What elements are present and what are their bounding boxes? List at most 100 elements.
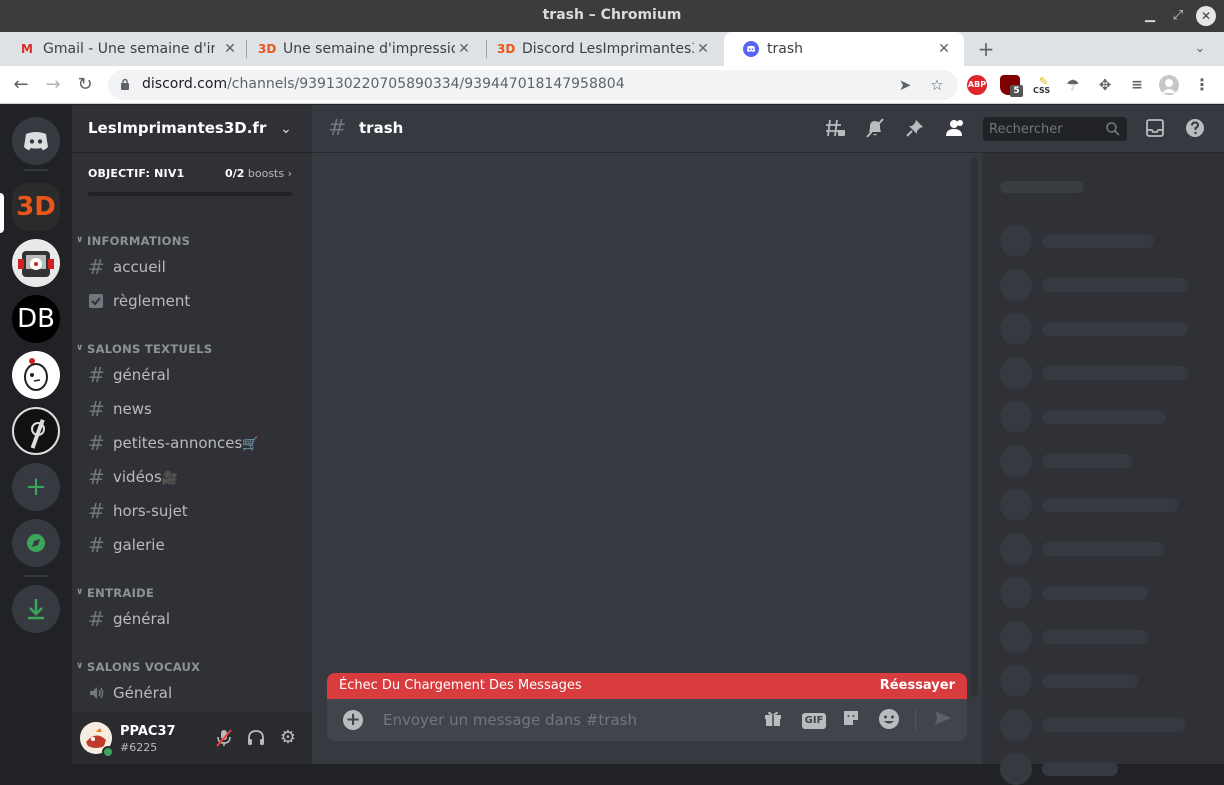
category-label: SALONS VOCAUX (87, 660, 201, 674)
skeleton-line (1042, 234, 1154, 248)
channel-name: règlement (113, 292, 191, 310)
tab-label: Gmail - Une semaine d'imp (43, 41, 215, 57)
adblock-plus-icon[interactable]: ABP (967, 75, 987, 95)
chevron-down-icon[interactable]: ⌄ (276, 119, 296, 139)
chevron-down-icon: ∨ (76, 235, 84, 245)
hash-icon: # (88, 499, 105, 523)
username: PPAC37 (120, 724, 176, 739)
channel-galerie[interactable]: # galerie (80, 529, 304, 561)
inbox-icon[interactable] (1143, 117, 1167, 141)
channel-general[interactable]: # général (80, 359, 304, 391)
profile-avatar-icon[interactable] (1159, 75, 1179, 95)
members-list-icon[interactable] (943, 117, 967, 141)
microphone-muted-icon[interactable] (212, 726, 236, 750)
category-informations[interactable]: ∨ INFORMATIONS (72, 232, 312, 252)
pin-icon[interactable] (903, 117, 927, 141)
gear-icon[interactable]: ⚙ (276, 726, 300, 750)
headphones-icon[interactable] (244, 726, 268, 750)
explore-servers-icon[interactable] (12, 519, 60, 567)
bookmark-star-icon[interactable]: ☆ (926, 74, 948, 96)
stylus-css-icon[interactable]: CSS ✎ (1031, 75, 1051, 95)
threads-icon[interactable] (823, 117, 847, 141)
tab-close-icon[interactable]: ✕ (693, 32, 713, 66)
close-window-icon[interactable]: ✕ (1196, 6, 1216, 26)
tab-close-icon[interactable]: ✕ (454, 32, 474, 66)
skeleton-line (1042, 410, 1166, 424)
channel-header: # trash (312, 105, 1224, 153)
reload-icon[interactable]: ↻ (72, 72, 98, 98)
tab-close-icon[interactable]: ✕ (934, 32, 954, 66)
channel-hors-sujet[interactable]: # hors-sujet (80, 495, 304, 527)
retry-button[interactable]: Réessayer (880, 678, 955, 693)
attach-plus-icon[interactable]: + (343, 710, 363, 730)
skeleton-line (1042, 630, 1148, 644)
skeleton-avatar (1000, 753, 1032, 785)
skeleton-avatar (1000, 269, 1032, 301)
tab-search-chevron-icon[interactable]: ⌄ (1190, 32, 1210, 66)
tab-discord-lesimprimantes[interactable]: 3D Discord LesImprimantes3 ✕ (479, 32, 725, 66)
browser-menu-icon[interactable]: ⋮ (1192, 75, 1212, 95)
channel-name-text: petites-annonces (113, 434, 243, 452)
message-input[interactable] (383, 707, 743, 733)
help-icon[interactable] (1183, 117, 1207, 141)
tab-impression[interactable]: 3D Une semaine d'impressior ✕ (240, 32, 486, 66)
channel-videos[interactable]: # vidéos🎥 (80, 461, 304, 493)
server-label: 3D (16, 192, 56, 222)
channel-entraide-general[interactable]: # général (80, 603, 304, 635)
server-dark[interactable] (12, 407, 60, 455)
category-label: SALONS TEXTUELS (87, 342, 213, 356)
url-text[interactable]: discord.com/channels/939130220705890334/… (142, 76, 625, 92)
server-header[interactable]: LesImprimantes3D.fr ⌄ (72, 105, 312, 153)
send-icon[interactable] (931, 708, 955, 732)
ublock-origin-icon[interactable]: 5 (1000, 75, 1023, 97)
new-tab-icon[interactable]: + (976, 32, 996, 66)
title-bar: trash – Chromium ▁ ⤢ ✕ (0, 0, 1224, 32)
emoji-icon[interactable] (877, 708, 901, 732)
channel-petites-annonces[interactable]: # petites-annonces🛒 (80, 427, 304, 459)
skeleton-line (1042, 498, 1178, 512)
extensions-puzzle-icon[interactable]: ✥ (1095, 75, 1115, 95)
sticker-icon[interactable] (839, 708, 863, 732)
search-box[interactable] (983, 117, 1127, 141)
lock-icon (121, 78, 129, 90)
server-lesimprimantes3d[interactable]: 3D (12, 183, 60, 231)
notifications-muted-icon[interactable] (863, 117, 887, 141)
maximize-icon[interactable]: ⤢ (1168, 6, 1188, 26)
server-robot[interactable] (12, 239, 60, 287)
channel-news[interactable]: # news (80, 393, 304, 425)
tab-trash[interactable]: trash ✕ (724, 32, 964, 66)
skeleton-line (1042, 542, 1164, 556)
minimize-icon[interactable]: ▁ (1140, 6, 1160, 26)
send-tab-icon[interactable]: ➤ (894, 74, 916, 96)
tab-gmail[interactable]: M Gmail - Une semaine d'imp ✕ (0, 32, 246, 66)
hash-icon: # (88, 533, 105, 557)
channel-accueil[interactable]: # accueil (80, 251, 304, 283)
category-salons-textuels[interactable]: ∨ SALONS TEXTUELS (72, 340, 312, 360)
tab-close-icon[interactable]: ✕ (220, 32, 240, 66)
server-egg[interactable] (12, 351, 60, 399)
media-queue-icon[interactable]: ≡ (1127, 75, 1147, 95)
gif-button[interactable]: GIF (801, 708, 827, 732)
voice-channel-general[interactable]: Général (80, 677, 304, 709)
category-salons-vocaux[interactable]: ∨ SALONS VOCAUX (72, 658, 312, 678)
address-bar[interactable]: discord.com/channels/939130220705890334/… (108, 70, 958, 100)
back-icon[interactable]: ← (8, 72, 34, 98)
camera-emoji: 🎥 (161, 471, 178, 486)
category-entraide[interactable]: ∨ ENTRAIDE (72, 584, 312, 604)
load-error-banner: Échec Du Chargement Des Messages Réessay… (327, 673, 967, 699)
parachute-extension-icon[interactable]: ☂ (1063, 75, 1083, 95)
boost-goal[interactable]: OBJECTIF: NIV1 0/2 boosts › (88, 167, 292, 196)
add-server-icon[interactable]: + (12, 463, 60, 511)
search-input[interactable] (983, 117, 1103, 141)
channel-reglement[interactable]: règlement (80, 285, 304, 317)
download-apps-icon[interactable] (12, 585, 60, 633)
discord-home-icon[interactable] (12, 117, 60, 165)
server-db[interactable]: DB (12, 295, 60, 343)
browser-window: trash – Chromium ▁ ⤢ ✕ M Gmail - Une sem… (0, 0, 1224, 785)
gmail-icon: M (21, 42, 33, 56)
server-label: DB (17, 304, 55, 334)
chevron-down-icon: ∨ (76, 661, 84, 671)
forward-icon[interactable]: → (40, 72, 66, 98)
messages-scrollbar[interactable] (970, 157, 978, 697)
gift-icon[interactable] (761, 708, 785, 732)
